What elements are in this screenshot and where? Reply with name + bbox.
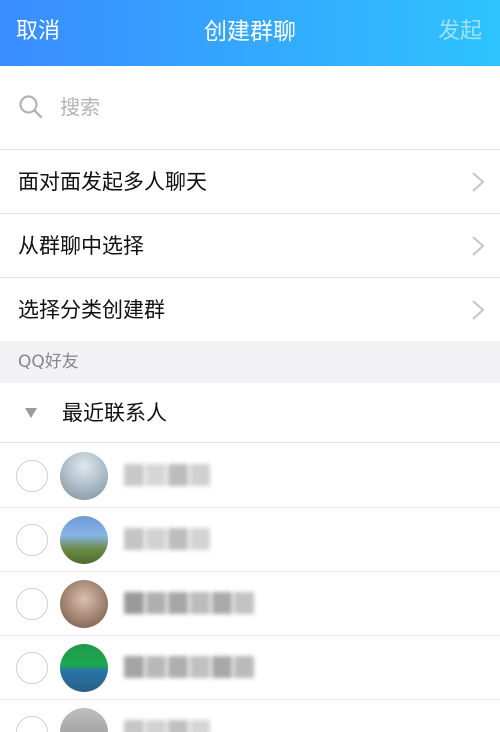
page-title: 创建群聊 (204, 19, 296, 45)
option-face-to-face[interactable]: 面对面发起多人聊天 (0, 150, 500, 214)
group-recent-contacts[interactable]: 最近联系人 (0, 383, 500, 443)
contact-name-blurred (124, 656, 254, 680)
chevron-right-icon (472, 236, 485, 256)
search-icon (19, 95, 43, 119)
contact-row[interactable] (0, 636, 500, 700)
chevron-right-icon (472, 300, 485, 320)
contact-row[interactable] (0, 444, 500, 508)
contact-name-blurred (124, 528, 210, 552)
chevron-right-icon (472, 172, 485, 192)
avatar (60, 516, 108, 564)
search-placeholder: 搜索 (60, 95, 100, 119)
search-bar[interactable]: 搜索 (0, 66, 500, 150)
section-label: QQ好友 (18, 352, 79, 372)
avatar (60, 580, 108, 628)
select-checkbox[interactable] (16, 716, 48, 732)
triangle-down-icon (25, 408, 37, 418)
option-label: 从群聊中选择 (18, 234, 144, 258)
avatar (60, 452, 108, 500)
contact-name-blurred (124, 464, 210, 488)
contact-name-blurred (124, 592, 254, 616)
contact-row[interactable] (0, 700, 500, 732)
option-by-category[interactable]: 选择分类创建群 (0, 278, 500, 342)
option-label: 选择分类创建群 (18, 298, 165, 322)
contact-row[interactable] (0, 508, 500, 572)
select-checkbox[interactable] (16, 588, 48, 620)
top-bar: 取消 创建群聊 发起 (0, 0, 500, 66)
select-checkbox[interactable] (16, 652, 48, 684)
group-label: 最近联系人 (62, 401, 167, 425)
start-button[interactable]: 发起 (438, 16, 482, 48)
select-checkbox[interactable] (16, 524, 48, 556)
avatar (60, 644, 108, 692)
option-from-group[interactable]: 从群聊中选择 (0, 214, 500, 278)
select-checkbox[interactable] (16, 460, 48, 492)
option-label: 面对面发起多人聊天 (18, 170, 207, 194)
contact-row[interactable] (0, 572, 500, 636)
contact-name-blurred (124, 720, 210, 732)
avatar (60, 708, 108, 732)
section-header-qq-friends: QQ好友 (0, 341, 500, 383)
